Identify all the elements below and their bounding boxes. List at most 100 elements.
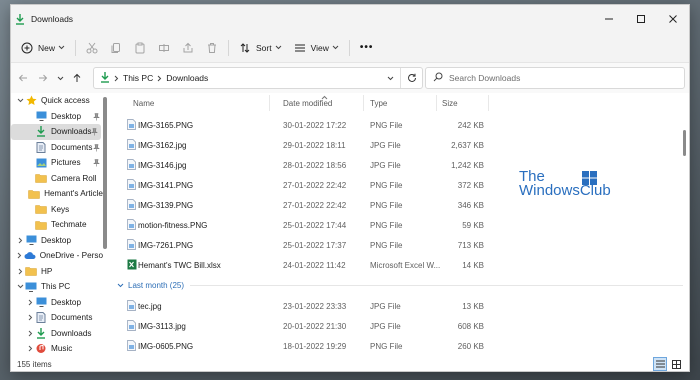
file-type: PNG File xyxy=(370,241,403,250)
new-button[interactable]: New xyxy=(15,37,71,59)
close-button[interactable] xyxy=(657,5,689,33)
file-row[interactable]: Hemant's TWC Bill.xlsx 24-01-2022 11:42 Mi… xyxy=(111,255,491,275)
sort-button[interactable]: Sort xyxy=(233,37,288,59)
file-date: 25-01-2022 17:44 xyxy=(283,221,347,230)
forward-button[interactable] xyxy=(33,67,53,89)
image-file-icon xyxy=(127,199,136,212)
details-view-button[interactable] xyxy=(653,357,667,371)
toolbar-divider xyxy=(75,39,77,56)
back-button[interactable] xyxy=(13,67,33,89)
desktop-icon xyxy=(35,110,47,122)
file-row[interactable]: motion-fitness.PNG 25-01-2022 17:44 PNG Fi… xyxy=(111,215,491,235)
document-icon xyxy=(35,312,47,324)
chevron-right-icon[interactable] xyxy=(15,252,24,259)
search-input[interactable] xyxy=(449,73,669,83)
delete-button[interactable] xyxy=(200,37,224,59)
file-row[interactable]: IMG-3139.PNG 27-01-2022 22:42 PNG File 346 … xyxy=(111,195,491,215)
file-row[interactable]: tec.jpg 23-01-2022 23:33 JPG File 13 KB xyxy=(111,296,491,316)
chevron-right-icon[interactable] xyxy=(15,268,25,275)
sidebar-item-techmate[interactable]: Techmate xyxy=(11,217,103,233)
file-row[interactable]: IMG-3146.jpg 28-01-2022 18:56 JPG File 1,24… xyxy=(111,155,491,175)
close-icon xyxy=(669,15,677,23)
paste-button[interactable] xyxy=(128,37,152,59)
file-date: 23-01-2022 23:33 xyxy=(283,302,347,311)
arrow-up-icon xyxy=(73,73,81,82)
file-type: JPG File xyxy=(370,322,401,331)
sidebar-item-music[interactable]: Music xyxy=(11,341,103,355)
chevron-down-icon xyxy=(332,45,339,50)
file-size: 260 KB xyxy=(457,342,484,351)
group-header-last-month[interactable]: Last month (25) xyxy=(117,278,683,292)
sidebar-item-this-pc[interactable]: This PC xyxy=(11,279,103,295)
sidebar-item-hemant-s-article[interactable]: Hemant's Article xyxy=(11,186,103,202)
address-dropdown-button[interactable] xyxy=(380,76,400,81)
copy-icon xyxy=(111,42,121,53)
tiles-view-button[interactable] xyxy=(669,357,683,371)
file-type: PNG File xyxy=(370,221,403,230)
file-row[interactable]: IMG-3165.PNG 30-01-2022 17:22 PNG File 242 … xyxy=(111,115,491,135)
column-divider[interactable] xyxy=(488,95,489,111)
file-type: PNG File xyxy=(370,121,403,130)
chevron-right-icon[interactable] xyxy=(25,299,35,306)
sidebar-item-label: HP xyxy=(41,266,53,276)
cut-button[interactable] xyxy=(80,37,104,59)
file-row[interactable]: IMG-3162.jpg 29-01-2022 18:11 JPG File 2,63… xyxy=(111,135,491,155)
sidebar-item-documents[interactable]: Documents xyxy=(11,140,103,156)
maximize-button[interactable] xyxy=(625,5,657,33)
column-divider[interactable] xyxy=(436,95,437,111)
breadcrumb-this-pc[interactable]: This PC xyxy=(123,73,153,83)
chevron-right-icon[interactable] xyxy=(15,237,25,244)
sidebar-item-camera-roll[interactable]: Camera Roll xyxy=(11,171,103,187)
pin-icon xyxy=(93,159,100,169)
file-date: 25-01-2022 17:37 xyxy=(283,241,347,250)
column-header-type[interactable]: Type xyxy=(370,99,387,108)
cloud-icon xyxy=(24,250,36,262)
toolbar-divider xyxy=(228,39,230,56)
rename-button[interactable] xyxy=(152,37,176,59)
file-row[interactable]: IMG-3113.jpg 20-01-2022 21:30 JPG File 608 … xyxy=(111,316,491,336)
refresh-button[interactable] xyxy=(400,68,422,88)
chevron-right-icon[interactable] xyxy=(25,330,35,337)
chevron-right-icon[interactable] xyxy=(25,314,35,321)
column-divider[interactable] xyxy=(363,95,364,111)
content-scrollbar[interactable] xyxy=(683,130,686,156)
sidebar-item-documents[interactable]: Documents xyxy=(11,310,103,326)
sidebar-item-desktop[interactable]: Desktop xyxy=(11,233,103,249)
sidebar-item-hp[interactable]: HP xyxy=(11,264,103,280)
group-label: Last month (25) xyxy=(128,280,185,290)
share-button[interactable] xyxy=(176,37,200,59)
view-button[interactable]: View xyxy=(288,37,345,59)
search-box[interactable] xyxy=(425,67,685,89)
copy-button[interactable] xyxy=(104,37,128,59)
sidebar-item-desktop[interactable]: Desktop xyxy=(11,295,103,311)
column-header-name[interactable]: Name xyxy=(133,99,154,108)
column-divider[interactable] xyxy=(269,95,270,111)
sidebar-item-keys[interactable]: Keys xyxy=(11,202,103,218)
sidebar-item-desktop[interactable]: Desktop xyxy=(11,109,103,125)
chevron-down-icon[interactable] xyxy=(15,98,25,103)
file-name: IMG-7261.PNG xyxy=(138,241,194,250)
sidebar-item-pictures[interactable]: Pictures xyxy=(11,155,103,171)
file-date: 27-01-2022 22:42 xyxy=(283,181,347,190)
chevron-down-icon xyxy=(275,45,281,50)
file-date: 29-01-2022 18:11 xyxy=(283,141,346,150)
see-more-button[interactable]: ••• xyxy=(354,37,380,59)
file-row[interactable]: IMG-3141.PNG 27-01-2022 22:42 PNG File 372 … xyxy=(111,175,491,195)
column-header-size[interactable]: Size xyxy=(442,99,458,108)
file-row[interactable]: IMG-7261.PNG 25-01-2022 17:37 PNG File 713 … xyxy=(111,235,491,255)
recent-locations-button[interactable] xyxy=(53,67,67,89)
chevron-right-icon[interactable] xyxy=(25,345,35,352)
sidebar-scrollbar[interactable] xyxy=(103,97,107,249)
breadcrumb-downloads[interactable]: Downloads xyxy=(166,73,208,83)
folder-icon xyxy=(35,172,47,184)
sidebar-item-downloads[interactable]: Downloads xyxy=(11,124,101,140)
sidebar-item-downloads[interactable]: Downloads xyxy=(11,326,103,342)
windows-logo-icon xyxy=(582,171,597,188)
sidebar-item-quick-access[interactable]: Quick access xyxy=(11,93,103,109)
up-button[interactable] xyxy=(67,67,87,89)
minimize-button[interactable] xyxy=(593,5,625,33)
file-row[interactable]: IMG-0605.PNG 18-01-2022 19:29 PNG File 260 … xyxy=(111,336,491,355)
sidebar-item-onedrive-perso[interactable]: OneDrive - Perso xyxy=(11,248,103,264)
chevron-down-icon[interactable] xyxy=(15,284,25,289)
address-bar[interactable]: This PC Downloads xyxy=(93,67,423,89)
